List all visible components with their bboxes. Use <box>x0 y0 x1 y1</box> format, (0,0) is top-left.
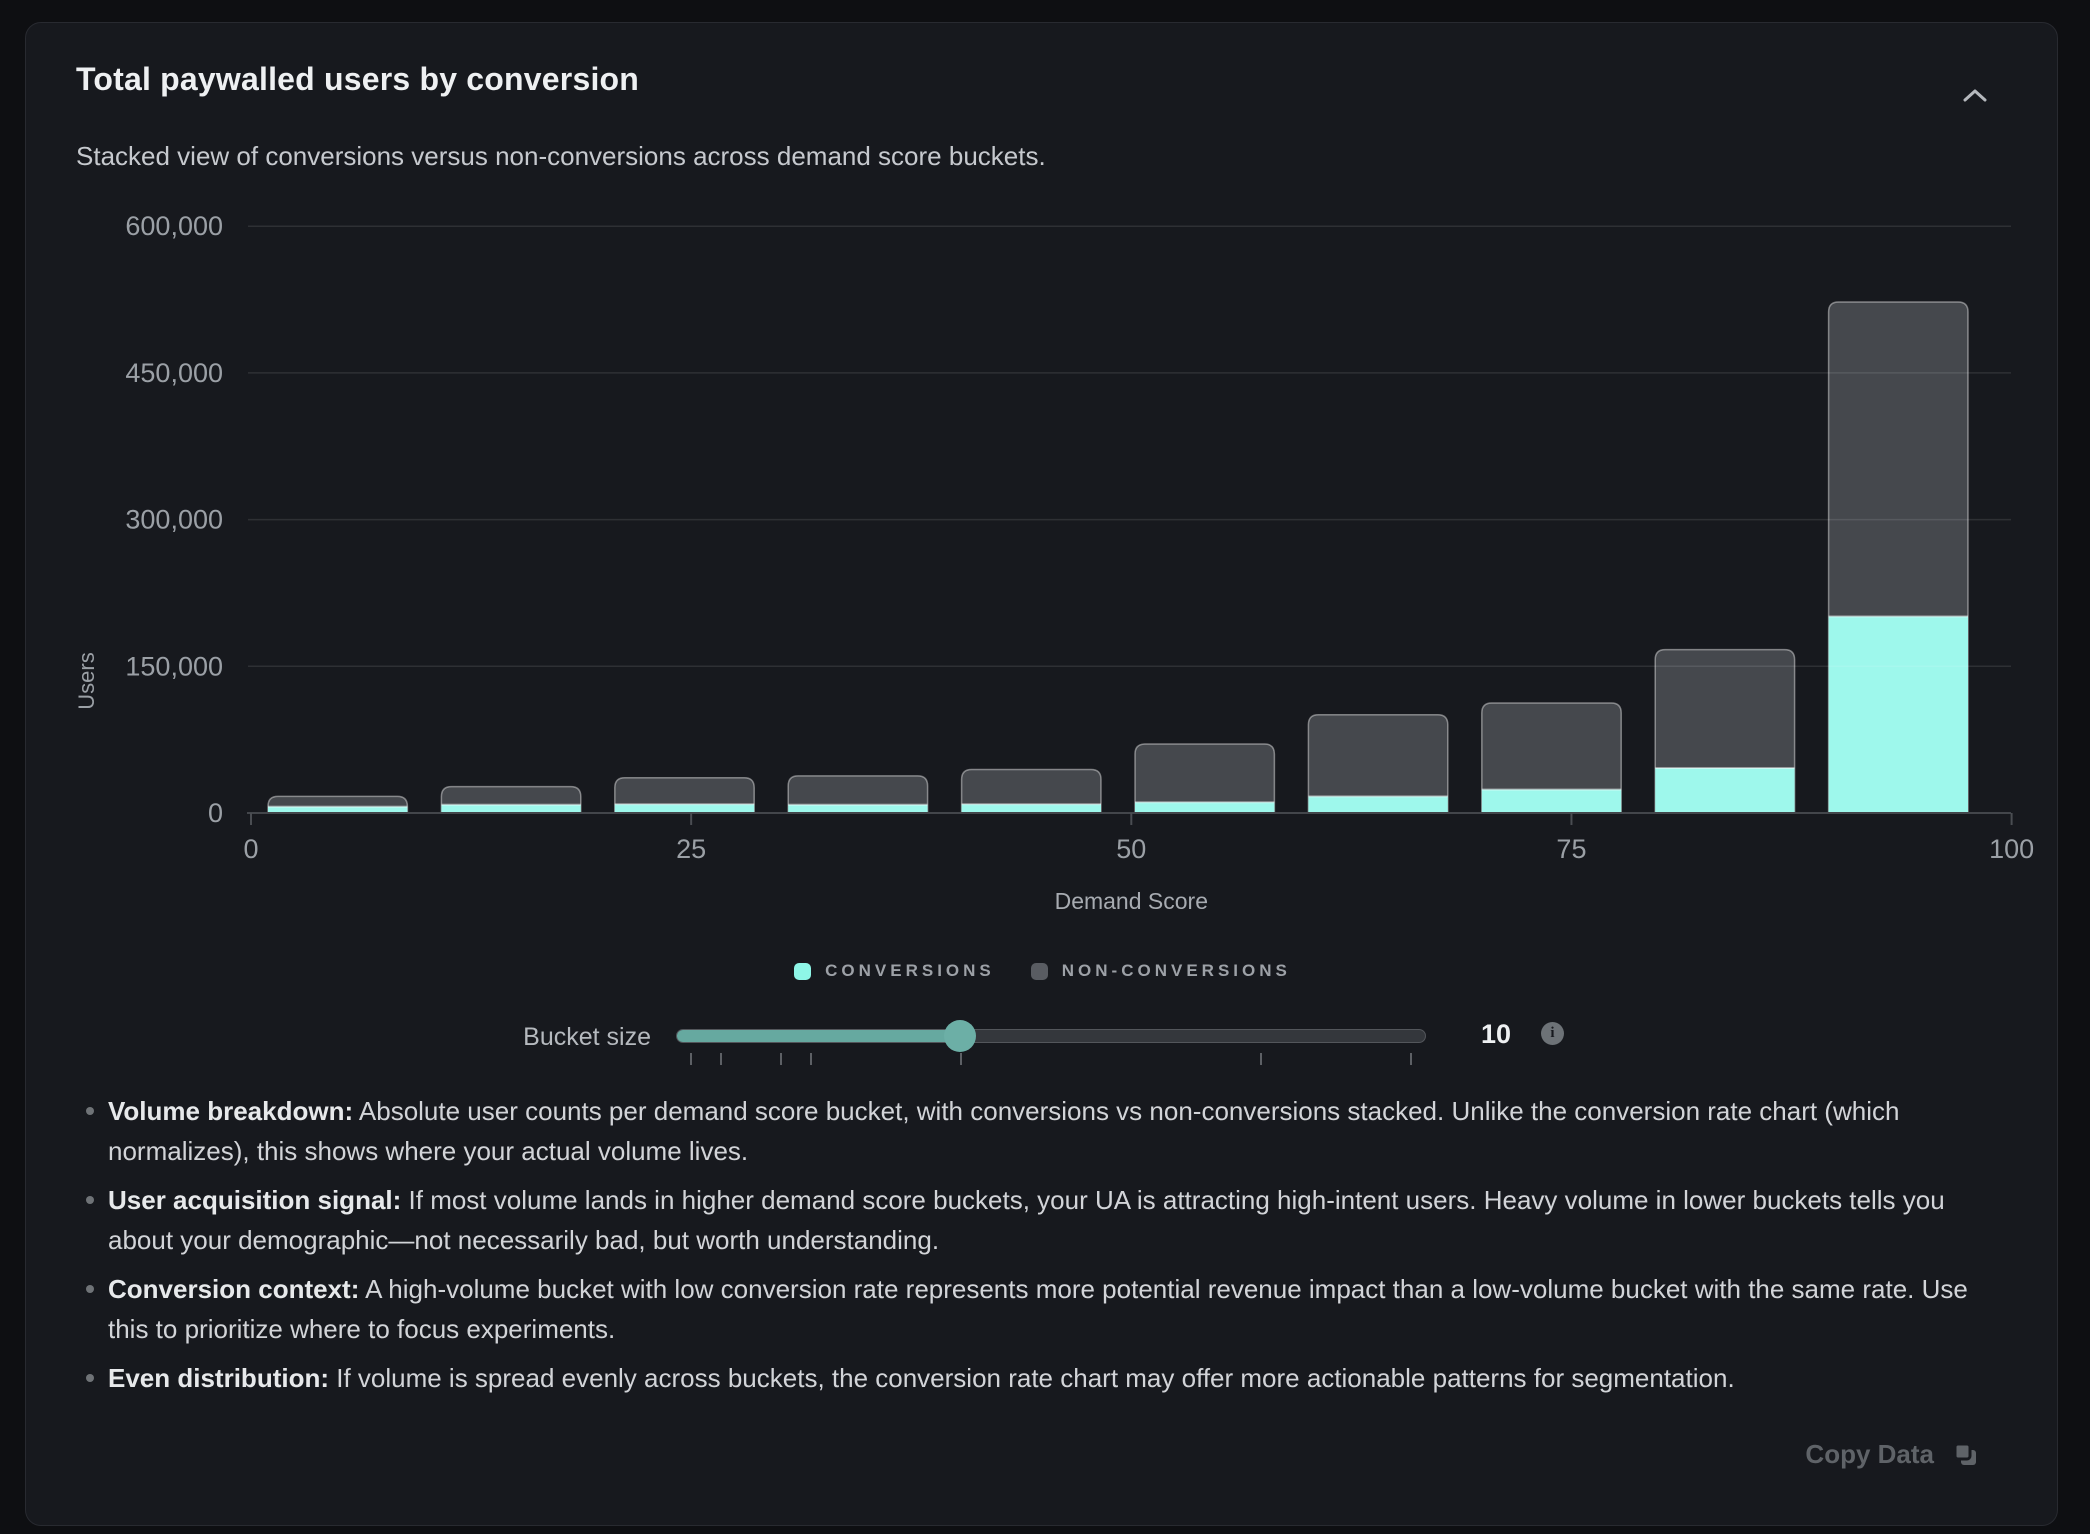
segment-divider <box>1308 795 1447 797</box>
segment-divider <box>962 803 1101 805</box>
bucket-size-slider[interactable] <box>676 1029 1426 1043</box>
card-subtitle: Stacked view of conversions versus non-c… <box>76 141 1046 172</box>
slider-tick-25 <box>1410 1053 1412 1065</box>
legend-swatch <box>794 963 811 980</box>
x-tick-label: 50 <box>1116 834 1146 864</box>
segment-divider <box>1135 801 1274 803</box>
segment-divider <box>268 806 407 808</box>
note-label: Conversion context: <box>108 1274 359 1304</box>
bars-group <box>268 302 1968 813</box>
x-axis-title: Demand Score <box>1055 888 1208 914</box>
note-item: Even distribution: If volume is spread e… <box>76 1358 1976 1398</box>
slider-tick-2 <box>720 1053 722 1065</box>
conversions-segment <box>1655 768 1794 813</box>
conversions-segment <box>788 805 927 813</box>
y-tick-label: 150,000 <box>125 651 223 681</box>
note-item: User acquisition signal: If most volume … <box>76 1180 1976 1260</box>
segment-divider <box>615 803 754 805</box>
y-tick-label: 0 <box>208 798 223 828</box>
slider-tick-4 <box>780 1053 782 1065</box>
bar-80-90[interactable] <box>1655 650 1794 813</box>
x-tick-label: 0 <box>243 834 258 864</box>
segment-divider <box>1829 615 1968 617</box>
bar-60-70[interactable] <box>1308 715 1447 813</box>
page-title: Total paywalled users by conversion <box>76 61 639 98</box>
bar-90-100[interactable] <box>1829 302 1968 813</box>
y-tick-label: 300,000 <box>125 505 223 535</box>
stacked-bar-chart[interactable]: 0 150,000 300,000 450,000 600,000 Users 0 25 50 7… <box>26 201 2059 931</box>
slider-tick-20 <box>1260 1053 1262 1065</box>
legend-item-conversions[interactable]: CONVERSIONS <box>794 961 995 981</box>
conversions-segment <box>441 805 580 813</box>
segment-divider <box>1655 767 1794 769</box>
y-tick-label: 450,000 <box>125 358 223 388</box>
legend-label: NON-CONVERSIONS <box>1062 961 1291 981</box>
segment-divider <box>441 804 580 806</box>
chart-legend: CONVERSIONS NON-CONVERSIONS <box>26 961 2059 981</box>
slider-tick-5 <box>810 1053 812 1065</box>
segment-divider <box>788 804 927 806</box>
note-label: Volume breakdown: <box>108 1096 353 1126</box>
bucket-size-label: Bucket size <box>416 1023 651 1052</box>
conversions-segment <box>1135 802 1274 813</box>
conversions-segment <box>615 804 754 813</box>
chevron-up-icon <box>1962 87 1988 103</box>
bar-50-60[interactable] <box>1135 744 1274 813</box>
copy-icon <box>1952 1441 1979 1468</box>
copy-data-label: Copy Data <box>1805 1439 1934 1470</box>
bar-40-50[interactable] <box>962 769 1101 813</box>
legend-item-non-conversions[interactable]: NON-CONVERSIONS <box>1031 961 1291 981</box>
conversions-segment <box>1482 790 1621 813</box>
copy-data-button[interactable]: Copy Data <box>1805 1439 1979 1470</box>
conversions-segment <box>1829 616 1968 813</box>
note-text: A high-volume bucket with low conversion… <box>108 1274 1968 1344</box>
segment-divider <box>1482 789 1621 791</box>
y-tick-label: 600,000 <box>125 211 223 241</box>
note-text: If volume is spread evenly across bucket… <box>329 1363 1735 1393</box>
note-label: User acquisition signal: <box>108 1185 401 1215</box>
conversions-segment <box>962 804 1101 813</box>
slider-tick-10 <box>960 1053 962 1065</box>
legend-swatch <box>1031 963 1048 980</box>
note-item: Conversion context: A high-volume bucket… <box>76 1269 1976 1349</box>
bar-0-10[interactable] <box>268 796 407 813</box>
x-tick-label: 100 <box>1989 834 2034 864</box>
slider-fill <box>677 1030 969 1042</box>
x-tick-label: 25 <box>676 834 706 864</box>
note-text: Absolute user counts per demand score bu… <box>108 1096 1899 1166</box>
bar-30-40[interactable] <box>788 776 927 813</box>
x-tick-label: 75 <box>1556 834 1586 864</box>
conversions-segment <box>1308 796 1447 813</box>
bar-20-30[interactable] <box>615 778 754 813</box>
chart-card: Total paywalled users by conversion Stac… <box>25 22 2058 1526</box>
info-icon[interactable]: i <box>1541 1022 1564 1045</box>
slider-handle[interactable] <box>944 1020 976 1052</box>
y-axis-title: Users <box>74 652 99 709</box>
collapse-button[interactable] <box>1951 71 1999 119</box>
note-item: Volume breakdown: Absolute user counts p… <box>76 1091 1976 1171</box>
bar-70-80[interactable] <box>1482 703 1621 813</box>
slider-tick-1 <box>690 1053 692 1065</box>
bucket-size-value: 10 <box>1468 1019 1524 1050</box>
note-label: Even distribution: <box>108 1363 329 1393</box>
legend-label: CONVERSIONS <box>825 961 995 981</box>
bar-10-20[interactable] <box>441 787 580 813</box>
notes-list: Volume breakdown: Absolute user counts p… <box>76 1091 1976 1407</box>
